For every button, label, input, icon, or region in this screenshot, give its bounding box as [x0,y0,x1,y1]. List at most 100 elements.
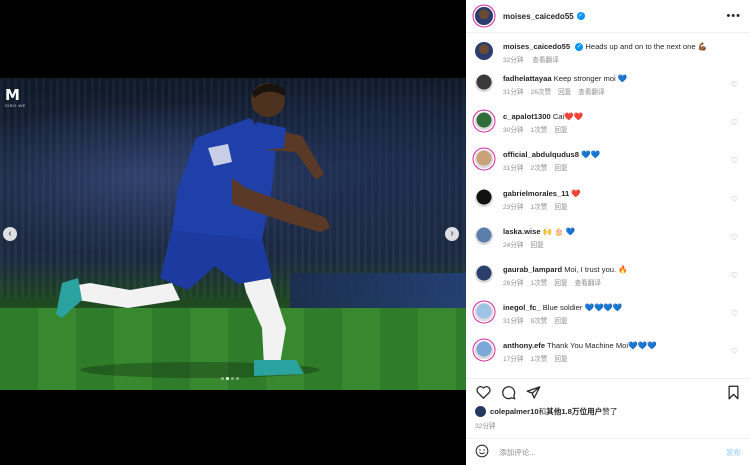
comment-reply[interactable]: 回复 [554,356,567,363]
comment-like-count[interactable]: 1次赞 [531,204,548,211]
post-media-viewer: M SIRO.WE ‹ › [0,0,466,465]
commenter-username[interactable]: inegol_fc_ [503,303,541,312]
comment-reply[interactable]: 回复 [531,242,544,249]
comment-translate[interactable]: 查看翻译 [578,89,604,96]
comment-like-count[interactable]: 1次赞 [531,280,548,287]
comment-meta: 31分钟 2次赞 回复 [503,162,738,172]
post-comment-button[interactable]: 发布 [726,447,741,458]
comment-heart-icon[interactable]: ♡ [731,195,738,204]
comment-item: inegol_fc_ Blue soldier 💙💙💙💙 31分钟 9次赞 回复 ♡ [475,303,741,341]
comment-time: 31分钟 [503,318,524,326]
commenter-username[interactable]: c_apalot1300 [503,112,551,121]
comment-meta: 31分钟 26次赞 回复 查看翻译 [503,86,738,96]
commenter-username[interactable]: laska.wise [503,227,541,236]
chevron-left-icon[interactable]: ‹ [3,227,17,241]
commenter-avatar[interactable] [475,226,493,245]
comment-item: official_abdulqudus8 💙💙 31分钟 2次赞 回复 ♡ [475,150,741,188]
likes-summary[interactable]: colepalmer10 和 其他1.8万位用户 赞了 [475,406,617,417]
comment-heart-icon[interactable]: ♡ [731,347,738,356]
watermark-mark: M [5,86,20,104]
comment-emoji: 🔥 [618,264,628,274]
commenter-avatar[interactable] [475,150,493,169]
commenter-avatar[interactable] [475,74,493,92]
more-options-icon[interactable]: ••• [726,10,741,22]
verified-badge-icon: ✓ [576,12,585,20]
commenter-avatar[interactable] [475,264,493,283]
verified-badge-icon: ✓ [575,43,584,51]
caption-meta: 32分钟 查看翻译 [503,54,738,64]
author-username[interactable]: moises_caicedo55 [503,12,574,21]
comment-line: laska.wise 🙌 🎂 💙 [503,227,738,237]
commenter-username[interactable]: gaurab_lampard [503,265,562,274]
carousel-dot [236,377,239,380]
commenter-avatar[interactable] [475,188,493,207]
comment-meta: 26分钟 1次赞 回复 查看翻译 [503,277,738,287]
post-photo[interactable]: M SIRO.WE [0,78,466,390]
comment-item: laska.wise 🙌 🎂 💙 24分钟 回复 ♡ [475,226,741,265]
caption-translate[interactable]: 查看翻译 [532,57,558,64]
commenter-username[interactable]: gabrielmorales_11 [503,189,569,198]
emoji-icon[interactable] [475,444,489,460]
comment-item: gaurab_lampard Moi, I trust you. 🔥 26分钟 1次… [475,264,741,303]
comment-reply[interactable]: 回复 [554,280,567,287]
carousel-dot [231,377,234,380]
comment-line: anthony.efe Thank You Machine Moi💙💙💙 [503,341,738,351]
comment-icon[interactable] [499,383,517,401]
comment-emoji: 💙💙💙 [628,341,657,351]
comment-like-count[interactable]: 26次赞 [531,89,552,96]
comment-like-count[interactable]: 1次赞 [531,356,548,363]
comment-text: Cai [552,112,565,122]
comment-item: fadhelattayaa Keep stronger moi 💙 31分钟 26次… [475,74,741,112]
comment-time: 17分钟 [503,356,524,364]
share-icon[interactable] [524,383,542,401]
comment-heart-icon[interactable]: ♡ [731,233,738,242]
post-timestamp: 32分钟 [475,423,496,430]
commenter-username[interactable]: fadhelattayaa [503,74,552,83]
comment-time: 23分钟 [503,203,524,211]
comment-like-count[interactable]: 9次赞 [531,318,548,325]
action-bar [466,378,750,405]
comment-input[interactable] [499,447,726,457]
bookmark-icon[interactable] [724,383,742,401]
comment-body: gaurab_lampard Moi, I trust you. 🔥 26分钟 1次… [503,265,738,303]
likes-others[interactable]: 其他1.8万位用户 [546,406,602,417]
liker-avatar [475,406,486,417]
comment-line: inegol_fc_ Blue soldier 💙💙💙💙 [503,303,738,313]
post-side-panel: moises_caicedo55 ✓ ••• moises_caicedo55 … [466,0,750,465]
author-avatar[interactable] [475,7,493,25]
comment-reply[interactable]: 回复 [558,89,571,96]
comment-emoji: ❤️ [571,188,581,198]
comment-heart-icon[interactable]: ♡ [731,309,738,318]
commenter-username[interactable]: anthony.efe [503,341,545,350]
comment-like-count[interactable]: 1次赞 [531,127,548,134]
heart-icon[interactable] [474,383,492,401]
likes-connector: 和 [538,407,547,416]
caption-avatar[interactable] [475,42,493,60]
comment-heart-icon[interactable]: ♡ [731,80,738,89]
comment-body: fadhelattayaa Keep stronger moi 💙 31分钟 26次… [503,74,738,112]
watermark-caption: SIRO.WE [5,103,26,108]
commenter-avatar[interactable] [475,341,493,360]
comment-body: official_abdulqudus8 💙💙 31分钟 2次赞 回复 [503,150,738,188]
comment-reply[interactable]: 回复 [554,318,567,325]
comment-heart-icon[interactable]: ♡ [731,271,738,280]
comments-list[interactable]: moises_caicedo55 ✓ Heads up and on to th… [466,34,750,378]
carousel-dot [221,377,224,380]
caption-time: 32分钟 [503,57,524,64]
commenter-avatar[interactable] [475,303,493,322]
caption-username[interactable]: moises_caicedo55 [503,42,570,51]
chevron-right-icon[interactable]: › [445,227,459,241]
comment-item: anthony.efe Thank You Machine Moi💙💙💙 17分钟… [475,341,741,378]
comment-like-count[interactable]: 2次赞 [531,165,548,172]
comment-heart-icon[interactable]: ♡ [731,118,738,127]
comment-meta: 24分钟 回复 [503,239,738,249]
comment-reply[interactable]: 回复 [554,165,567,172]
commenter-avatar[interactable] [475,112,493,131]
commenter-username[interactable]: official_abdulqudus8 [503,150,579,159]
liker-username[interactable]: colepalmer10 [490,407,539,416]
comment-reply[interactable]: 回复 [554,127,567,134]
comment-emoji: 🙌 🎂 💙 [542,226,576,236]
comment-reply[interactable]: 回复 [554,204,567,211]
comment-heart-icon[interactable]: ♡ [731,156,738,165]
comment-translate[interactable]: 查看翻译 [575,280,601,287]
